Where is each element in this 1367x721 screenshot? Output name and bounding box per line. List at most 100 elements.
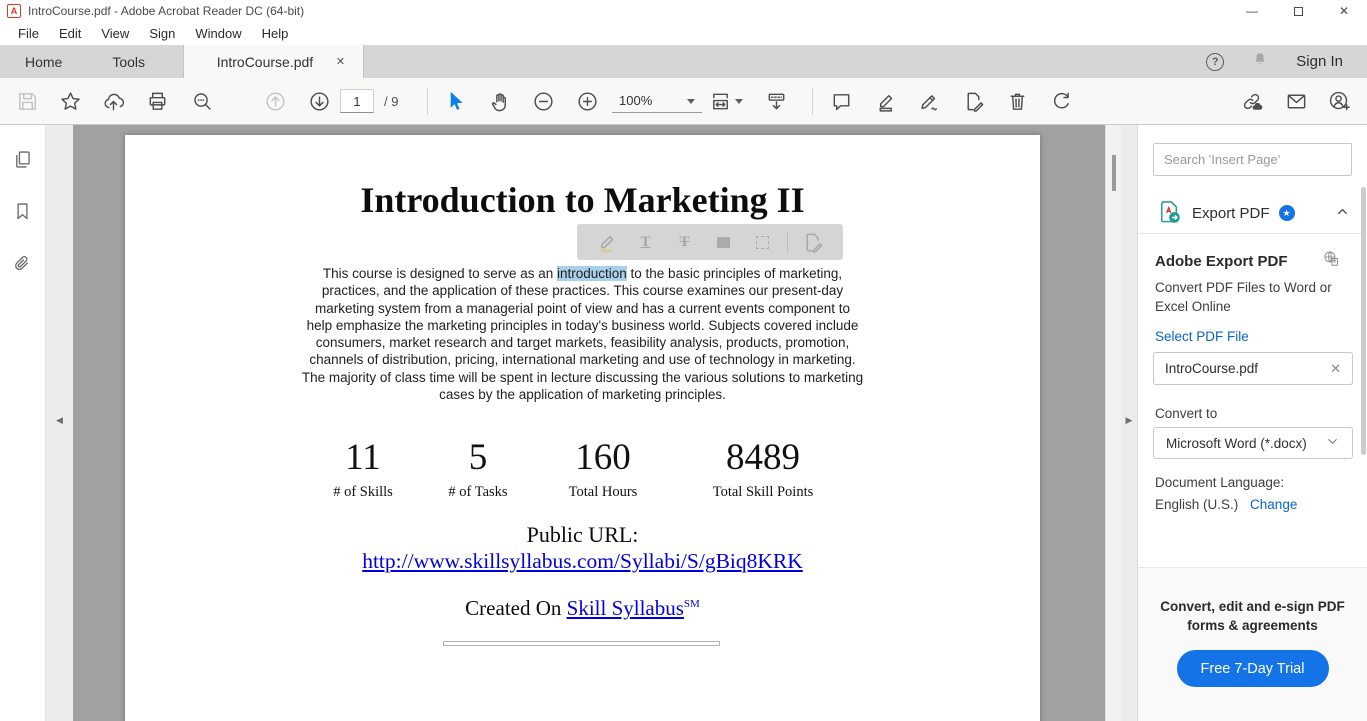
sign-in-button[interactable]: Sign In	[1296, 53, 1343, 70]
toolbar-separator	[427, 88, 428, 115]
menu-view[interactable]: View	[91, 26, 139, 41]
zoom-level-dropdown[interactable]: 100%	[612, 89, 702, 113]
online-service-globe-icon	[1322, 249, 1341, 271]
panel-scrollbar-thumb[interactable]	[1361, 187, 1366, 455]
export-pdf-label: Export PDF	[1192, 205, 1270, 222]
stat-value: 160	[523, 438, 683, 478]
zoom-caret-icon	[687, 99, 695, 108]
document-language-label: Document Language:	[1155, 475, 1284, 490]
menu-edit[interactable]: Edit	[49, 26, 91, 41]
page-number-input[interactable]	[340, 89, 374, 113]
maximize-button[interactable]	[1275, 0, 1321, 22]
created-on-text: Created On	[465, 596, 566, 620]
paragraph-text: to the basic principles of marketing, pr…	[302, 266, 863, 402]
notifications-bell-icon[interactable]	[1251, 50, 1269, 74]
public-url-label: Public URL:	[125, 522, 1040, 548]
popup-underline-icon[interactable]: T	[626, 228, 665, 256]
next-page-button[interactable]	[301, 84, 337, 118]
collapse-left-panel-arrow[interactable]: ◀	[46, 415, 73, 426]
help-icon[interactable]: ?	[1206, 53, 1224, 71]
right-panel-strip: ▶	[1121, 125, 1137, 721]
panel-separator	[1138, 233, 1367, 234]
left-navigation-rail	[0, 125, 45, 721]
popup-highlight-icon[interactable]	[587, 228, 626, 256]
service-mark: SM	[684, 598, 700, 610]
stat-total-hours: 160 Total Hours	[523, 438, 683, 501]
menu-bar: File Edit View Sign Window Help	[0, 22, 1367, 45]
export-description: Convert PDF Files to Word or Excel Onlin…	[1155, 278, 1340, 316]
document-scrollbar[interactable]	[1105, 125, 1121, 721]
document-area: Introduction to Marketing II T T This co	[73, 125, 1121, 721]
edit-pdf-button[interactable]	[955, 84, 991, 118]
public-url-line: http://www.skillsyllabus.com/Syllabi/S/g…	[125, 549, 1040, 574]
selected-text-highlight: introduction	[557, 266, 627, 281]
popup-edit-text-icon[interactable]	[793, 228, 832, 256]
document-scrollbar-thumb[interactable]	[1112, 155, 1116, 191]
popup-strikethrough-icon[interactable]: T	[665, 228, 704, 256]
fit-one-page-button[interactable]	[758, 84, 794, 118]
tab-document[interactable]: IntroCourse.pdf ✕	[183, 45, 364, 78]
fill-and-sign-button[interactable]	[911, 84, 947, 118]
select-tool-button[interactable]	[437, 84, 473, 118]
share-link-button[interactable]	[1233, 84, 1269, 118]
rotate-pages-button[interactable]	[1043, 84, 1079, 118]
search-icon[interactable]	[184, 84, 220, 118]
share-cloud-upload-button[interactable]	[95, 84, 131, 118]
page-thumbnails-icon[interactable]	[12, 149, 33, 175]
window-title: IntroCourse.pdf - Adobe Acrobat Reader D…	[28, 4, 304, 18]
promo-line-2: forms & agreements	[1138, 616, 1367, 635]
acrobat-app-icon: A	[7, 4, 21, 18]
attachments-paperclip-icon[interactable]	[12, 253, 33, 279]
promo-line-1: Convert, edit and e-sign PDF	[1138, 597, 1367, 616]
tab-document-label: IntroCourse.pdf	[198, 54, 332, 70]
expand-right-panel-arrow[interactable]: ▶	[1121, 415, 1137, 426]
zoom-in-button[interactable]	[569, 84, 605, 118]
save-button[interactable]	[9, 84, 45, 118]
stat-label: Total Hours	[523, 484, 683, 501]
popup-copy-selection-icon[interactable]	[743, 228, 782, 256]
delete-pages-button[interactable]	[999, 84, 1035, 118]
fit-width-button[interactable]	[703, 84, 749, 118]
tools-search-input[interactable]	[1153, 143, 1352, 176]
title-bar: A IntroCourse.pdf - Adobe Acrobat Reader…	[0, 0, 1367, 22]
free-trial-button[interactable]: Free 7-Day Trial	[1177, 650, 1329, 687]
previous-page-button[interactable]	[257, 84, 293, 118]
close-button[interactable]: ✕	[1321, 0, 1367, 22]
convert-to-label: Convert to	[1155, 406, 1217, 421]
right-tools-panel: Export PDF ★ Adobe Export PDF Convert PD…	[1137, 125, 1367, 721]
bookmarks-icon[interactable]	[12, 201, 33, 227]
tab-tools[interactable]: Tools	[87, 45, 170, 78]
main-toolbar: / 9 100%	[0, 78, 1367, 125]
menu-file[interactable]: File	[8, 26, 49, 41]
tab-close-icon[interactable]: ✕	[332, 53, 349, 70]
public-url-link[interactable]: http://www.skillsyllabus.com/Syllabi/S/g…	[362, 549, 803, 573]
hand-tool-button[interactable]	[481, 84, 517, 118]
format-dropdown-value: Microsoft Word (*.docx)	[1166, 436, 1307, 451]
menu-window[interactable]: Window	[185, 26, 251, 41]
selected-file-box[interactable]: IntroCourse.pdf ✕	[1153, 352, 1353, 385]
collapse-section-chevron-icon[interactable]	[1335, 204, 1350, 222]
format-dropdown[interactable]: Microsoft Word (*.docx)	[1153, 427, 1353, 459]
change-language-link[interactable]: Change	[1250, 497, 1297, 512]
minimize-button[interactable]: —	[1229, 0, 1275, 22]
menu-help[interactable]: Help	[252, 26, 299, 41]
export-pdf-row[interactable]: Export PDF ★	[1138, 196, 1367, 230]
send-email-button[interactable]	[1278, 84, 1314, 118]
menu-sign[interactable]: Sign	[139, 26, 185, 41]
document-language-row: English (U.S.) Change	[1155, 497, 1297, 512]
comment-button[interactable]	[823, 84, 859, 118]
toolbar-separator	[812, 88, 813, 115]
share-with-others-button[interactable]	[1321, 84, 1357, 118]
page-total-label: / 9	[384, 78, 398, 125]
select-pdf-file-link[interactable]: Select PDF File	[1155, 329, 1249, 344]
popup-sticky-note-icon[interactable]	[704, 228, 743, 256]
stat-label: Total Skill Points	[683, 484, 843, 501]
print-button[interactable]	[139, 84, 175, 118]
skill-syllabus-link[interactable]: Skill Syllabus	[567, 596, 684, 620]
zoom-out-button[interactable]	[525, 84, 561, 118]
tab-home[interactable]: Home	[0, 45, 87, 78]
clear-file-icon[interactable]: ✕	[1330, 361, 1341, 377]
star-favorite-button[interactable]	[52, 84, 88, 118]
highlight-button[interactable]	[867, 84, 903, 118]
left-panel-strip: ◀	[45, 125, 73, 721]
